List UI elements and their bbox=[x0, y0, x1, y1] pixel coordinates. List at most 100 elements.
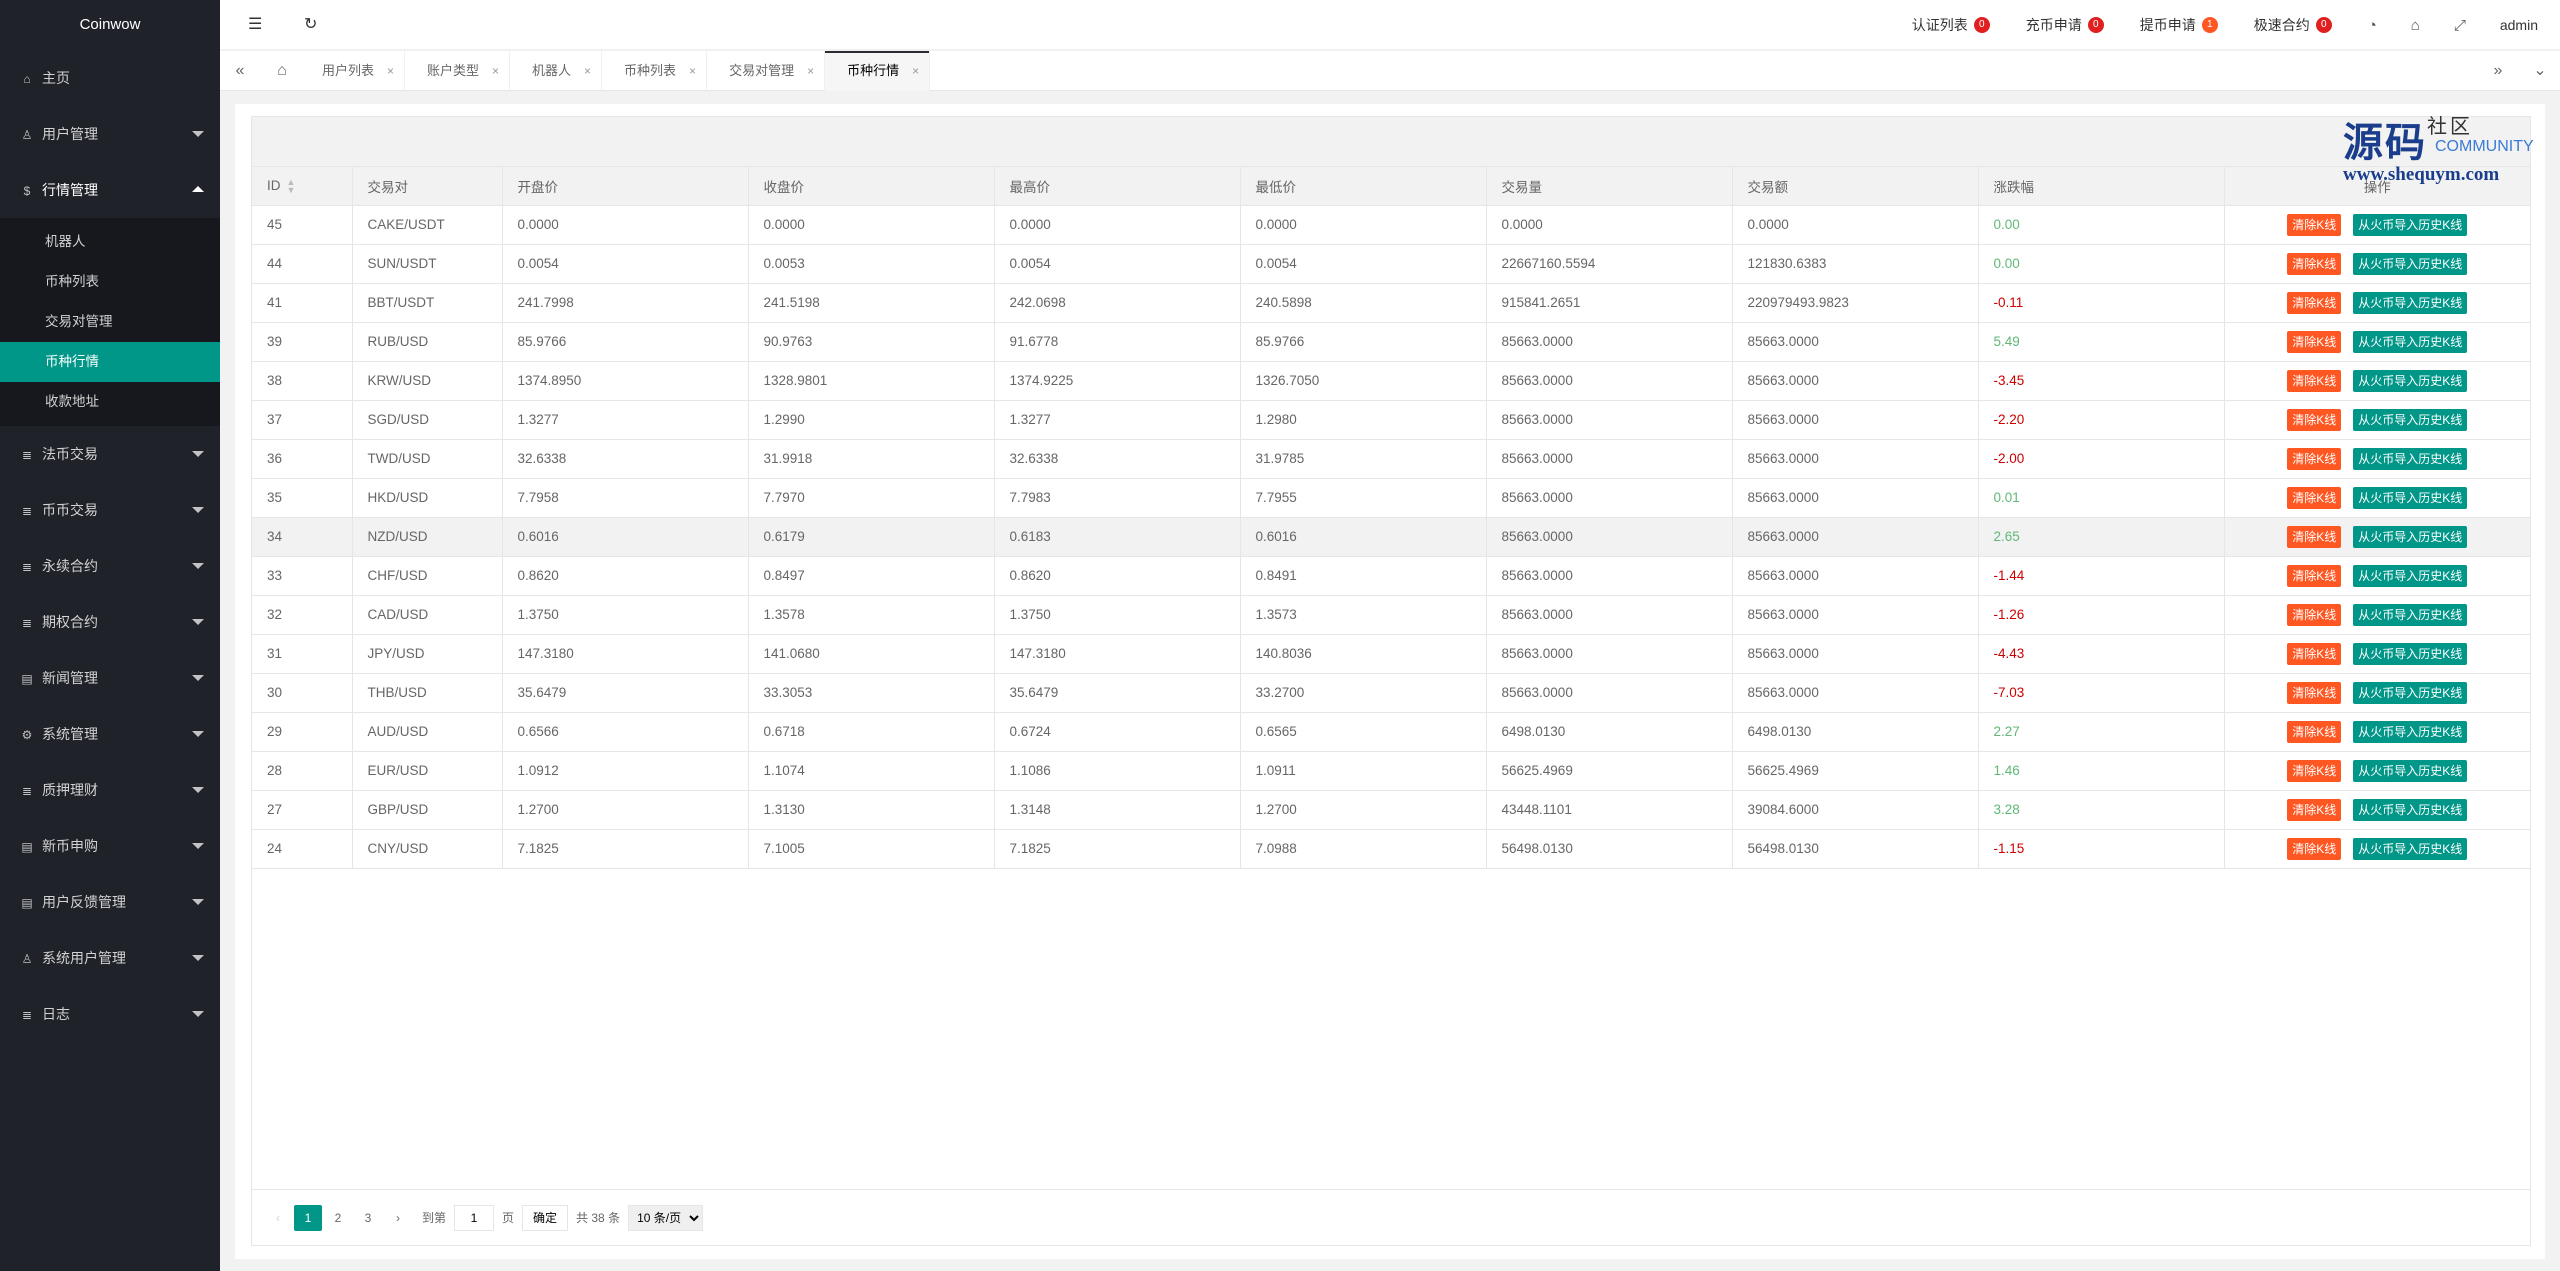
header-link-2[interactable]: 提币申请 1 bbox=[2140, 15, 2218, 35]
header-link-1[interactable]: 充币申请 0 bbox=[2026, 15, 2104, 35]
table-cell-actions: 清除K线 从火币导入历史K线 bbox=[2224, 205, 2530, 245]
import-kline-button[interactable]: 从火币导入历史K线 bbox=[2353, 720, 2468, 743]
sidebar-subitem-0[interactable]: 机器人 bbox=[0, 222, 220, 262]
clear-kline-button[interactable]: 清除K线 bbox=[2287, 564, 2342, 587]
clear-kline-button[interactable]: 清除K线 bbox=[2287, 447, 2342, 470]
sidebar-item-7[interactable]: ▤ 新闻管理 bbox=[0, 650, 220, 706]
table-cell-交易额: 85663.0000 bbox=[1732, 556, 1979, 596]
sidebar-item-1[interactable]: ♙ 用户管理 bbox=[0, 106, 220, 162]
import-kline-button[interactable]: 从火币导入历史K线 bbox=[2353, 798, 2468, 821]
tabs-scroll-right-icon[interactable]: » bbox=[2478, 51, 2518, 91]
table-cell-收盘价: 0.0053 bbox=[748, 244, 995, 284]
tab-1[interactable]: 账户类型 × bbox=[405, 51, 511, 91]
goto-page-input[interactable] bbox=[454, 1204, 495, 1231]
clear-kline-button[interactable]: 清除K线 bbox=[2287, 291, 2342, 314]
header-link-3[interactable]: 极速合约 0 bbox=[2254, 15, 2332, 35]
import-kline-button[interactable]: 从火币导入历史K线 bbox=[2353, 369, 2468, 392]
close-icon[interactable]: × bbox=[807, 51, 814, 91]
close-icon[interactable]: × bbox=[387, 51, 394, 91]
next-page-icon[interactable]: › bbox=[384, 1205, 412, 1231]
clear-kline-button[interactable]: 清除K线 bbox=[2287, 330, 2342, 353]
tabs-menu-chevron-icon[interactable]: ⌄ bbox=[2520, 51, 2560, 91]
table-cell-收盘价: 7.7970 bbox=[748, 478, 995, 518]
tabs-scroll-left-icon[interactable]: « bbox=[220, 51, 260, 91]
column-header-label: 交易额 bbox=[1747, 179, 1789, 195]
column-header-0[interactable]: ID ▲ ▼ bbox=[252, 167, 353, 206]
close-icon[interactable]: × bbox=[912, 51, 919, 91]
sidebar-item-3[interactable]: ≣ 法币交易 bbox=[0, 426, 220, 482]
import-kline-button[interactable]: 从火币导入历史K线 bbox=[2353, 525, 2468, 548]
sidebar-item-13[interactable]: ≣ 日志 bbox=[0, 986, 220, 1042]
tab-4[interactable]: 交易对管理 × bbox=[707, 51, 826, 91]
tab-0[interactable]: 用户列表 × bbox=[300, 51, 406, 91]
tab-5[interactable]: 币种行情 × bbox=[825, 51, 931, 91]
sidebar-item-12[interactable]: ♙ 系统用户管理 bbox=[0, 930, 220, 986]
fullscreen-icon[interactable]: ⤢ bbox=[2454, 17, 2466, 34]
sidebar-item-11[interactable]: ▤ 用户反馈管理 bbox=[0, 874, 220, 930]
page-number[interactable]: 3 bbox=[354, 1205, 382, 1231]
import-kline-button[interactable]: 从火币导入历史K线 bbox=[2353, 213, 2468, 236]
theme-icon[interactable]: ◔ bbox=[2368, 17, 2377, 34]
clear-kline-button[interactable]: 清除K线 bbox=[2287, 369, 2342, 392]
table-cell-最高价: 242.0698 bbox=[994, 283, 1241, 323]
page-size-select[interactable]: 10 条/页 bbox=[628, 1204, 704, 1231]
header-link-0[interactable]: 认证列表 0 bbox=[1912, 15, 1990, 35]
sidebar-item-6[interactable]: ≣ 期权合约 bbox=[0, 594, 220, 650]
tag-icon[interactable]: ⌂ bbox=[2411, 17, 2420, 34]
menu-toggle-icon[interactable]: ☰ bbox=[248, 0, 262, 50]
import-kline-button[interactable]: 从火币导入历史K线 bbox=[2353, 603, 2468, 626]
import-kline-button[interactable]: 从火币导入历史K线 bbox=[2353, 447, 2468, 470]
sidebar-item-10[interactable]: ▤ 新币申购 bbox=[0, 818, 220, 874]
sidebar-item-0[interactable]: ⌂ 主页 bbox=[0, 50, 220, 106]
import-kline-button[interactable]: 从火币导入历史K线 bbox=[2353, 681, 2468, 704]
sort-icon[interactable]: ▲ ▼ bbox=[287, 177, 296, 194]
sidebar-item-8[interactable]: ⚙ 系统管理 bbox=[0, 706, 220, 762]
sidebar-subitem-2[interactable]: 交易对管理 bbox=[0, 302, 220, 342]
clear-kline-button[interactable]: 清除K线 bbox=[2287, 252, 2342, 275]
clear-kline-button[interactable]: 清除K线 bbox=[2287, 603, 2342, 626]
close-icon[interactable]: × bbox=[689, 51, 696, 91]
goto-confirm-button[interactable]: 确定 bbox=[522, 1204, 569, 1231]
sidebar-item-9[interactable]: ≣ 质押理财 bbox=[0, 762, 220, 818]
clear-kline-button[interactable]: 清除K线 bbox=[2287, 720, 2342, 743]
close-icon[interactable]: × bbox=[584, 51, 591, 91]
sidebar-subitem-3[interactable]: 币种行情 bbox=[0, 342, 220, 382]
sidebar-subitem-1[interactable]: 币种列表 bbox=[0, 262, 220, 302]
sidebar-item-5[interactable]: ≣ 永续合约 bbox=[0, 538, 220, 594]
clear-kline-button[interactable]: 清除K线 bbox=[2287, 681, 2342, 704]
import-kline-button[interactable]: 从火币导入历史K线 bbox=[2353, 291, 2468, 314]
sidebar-item-4[interactable]: ≣ 币币交易 bbox=[0, 482, 220, 538]
table-row: 35 HKD/USD 7.7958 7.7970 7.7983 7.7955 85663.0… bbox=[252, 478, 2530, 518]
prev-page-icon[interactable]: ‹ bbox=[264, 1205, 292, 1231]
tab-2[interactable]: 机器人 × bbox=[510, 51, 603, 91]
table-cell-开盘价: 1.3277 bbox=[502, 400, 749, 440]
sidebar-subitem-4[interactable]: 收款地址 bbox=[0, 382, 220, 422]
clear-kline-button[interactable]: 清除K线 bbox=[2287, 213, 2342, 236]
clear-kline-button[interactable]: 清除K线 bbox=[2287, 642, 2342, 665]
page-number[interactable]: 2 bbox=[324, 1205, 352, 1231]
user-menu[interactable]: admin bbox=[2500, 17, 2538, 33]
import-kline-button[interactable]: 从火币导入历史K线 bbox=[2353, 759, 2468, 782]
sidebar-item-2[interactable]: $ 行情管理 bbox=[0, 162, 220, 218]
tab-label: 机器人 bbox=[532, 63, 572, 78]
clear-kline-button[interactable]: 清除K线 bbox=[2287, 486, 2342, 509]
import-kline-button[interactable]: 从火币导入历史K线 bbox=[2353, 252, 2468, 275]
import-kline-button[interactable]: 从火币导入历史K线 bbox=[2353, 408, 2468, 431]
refresh-icon[interactable]: ↻ bbox=[304, 0, 317, 50]
page-number[interactable]: 1 bbox=[294, 1204, 322, 1231]
clear-kline-button[interactable]: 清除K线 bbox=[2287, 525, 2342, 548]
import-kline-button[interactable]: 从火币导入历史K线 bbox=[2353, 486, 2468, 509]
clear-kline-button[interactable]: 清除K线 bbox=[2287, 837, 2342, 860]
clear-kline-button[interactable]: 清除K线 bbox=[2287, 759, 2342, 782]
import-kline-button[interactable]: 从火币导入历史K线 bbox=[2353, 330, 2468, 353]
tab-3[interactable]: 币种列表 × bbox=[602, 51, 708, 91]
table-cell-涨跌幅: -0.11 bbox=[1978, 283, 2225, 323]
clear-kline-button[interactable]: 清除K线 bbox=[2287, 408, 2342, 431]
import-kline-button[interactable]: 从火币导入历史K线 bbox=[2353, 564, 2468, 587]
import-kline-button[interactable]: 从火币导入历史K线 bbox=[2353, 837, 2468, 860]
tab-home-icon[interactable]: ⌂ bbox=[262, 51, 302, 91]
clear-kline-button[interactable]: 清除K线 bbox=[2287, 798, 2342, 821]
table-cell-最高价: 35.6479 bbox=[994, 673, 1241, 713]
close-icon[interactable]: × bbox=[492, 51, 499, 91]
import-kline-button[interactable]: 从火币导入历史K线 bbox=[2353, 642, 2468, 665]
